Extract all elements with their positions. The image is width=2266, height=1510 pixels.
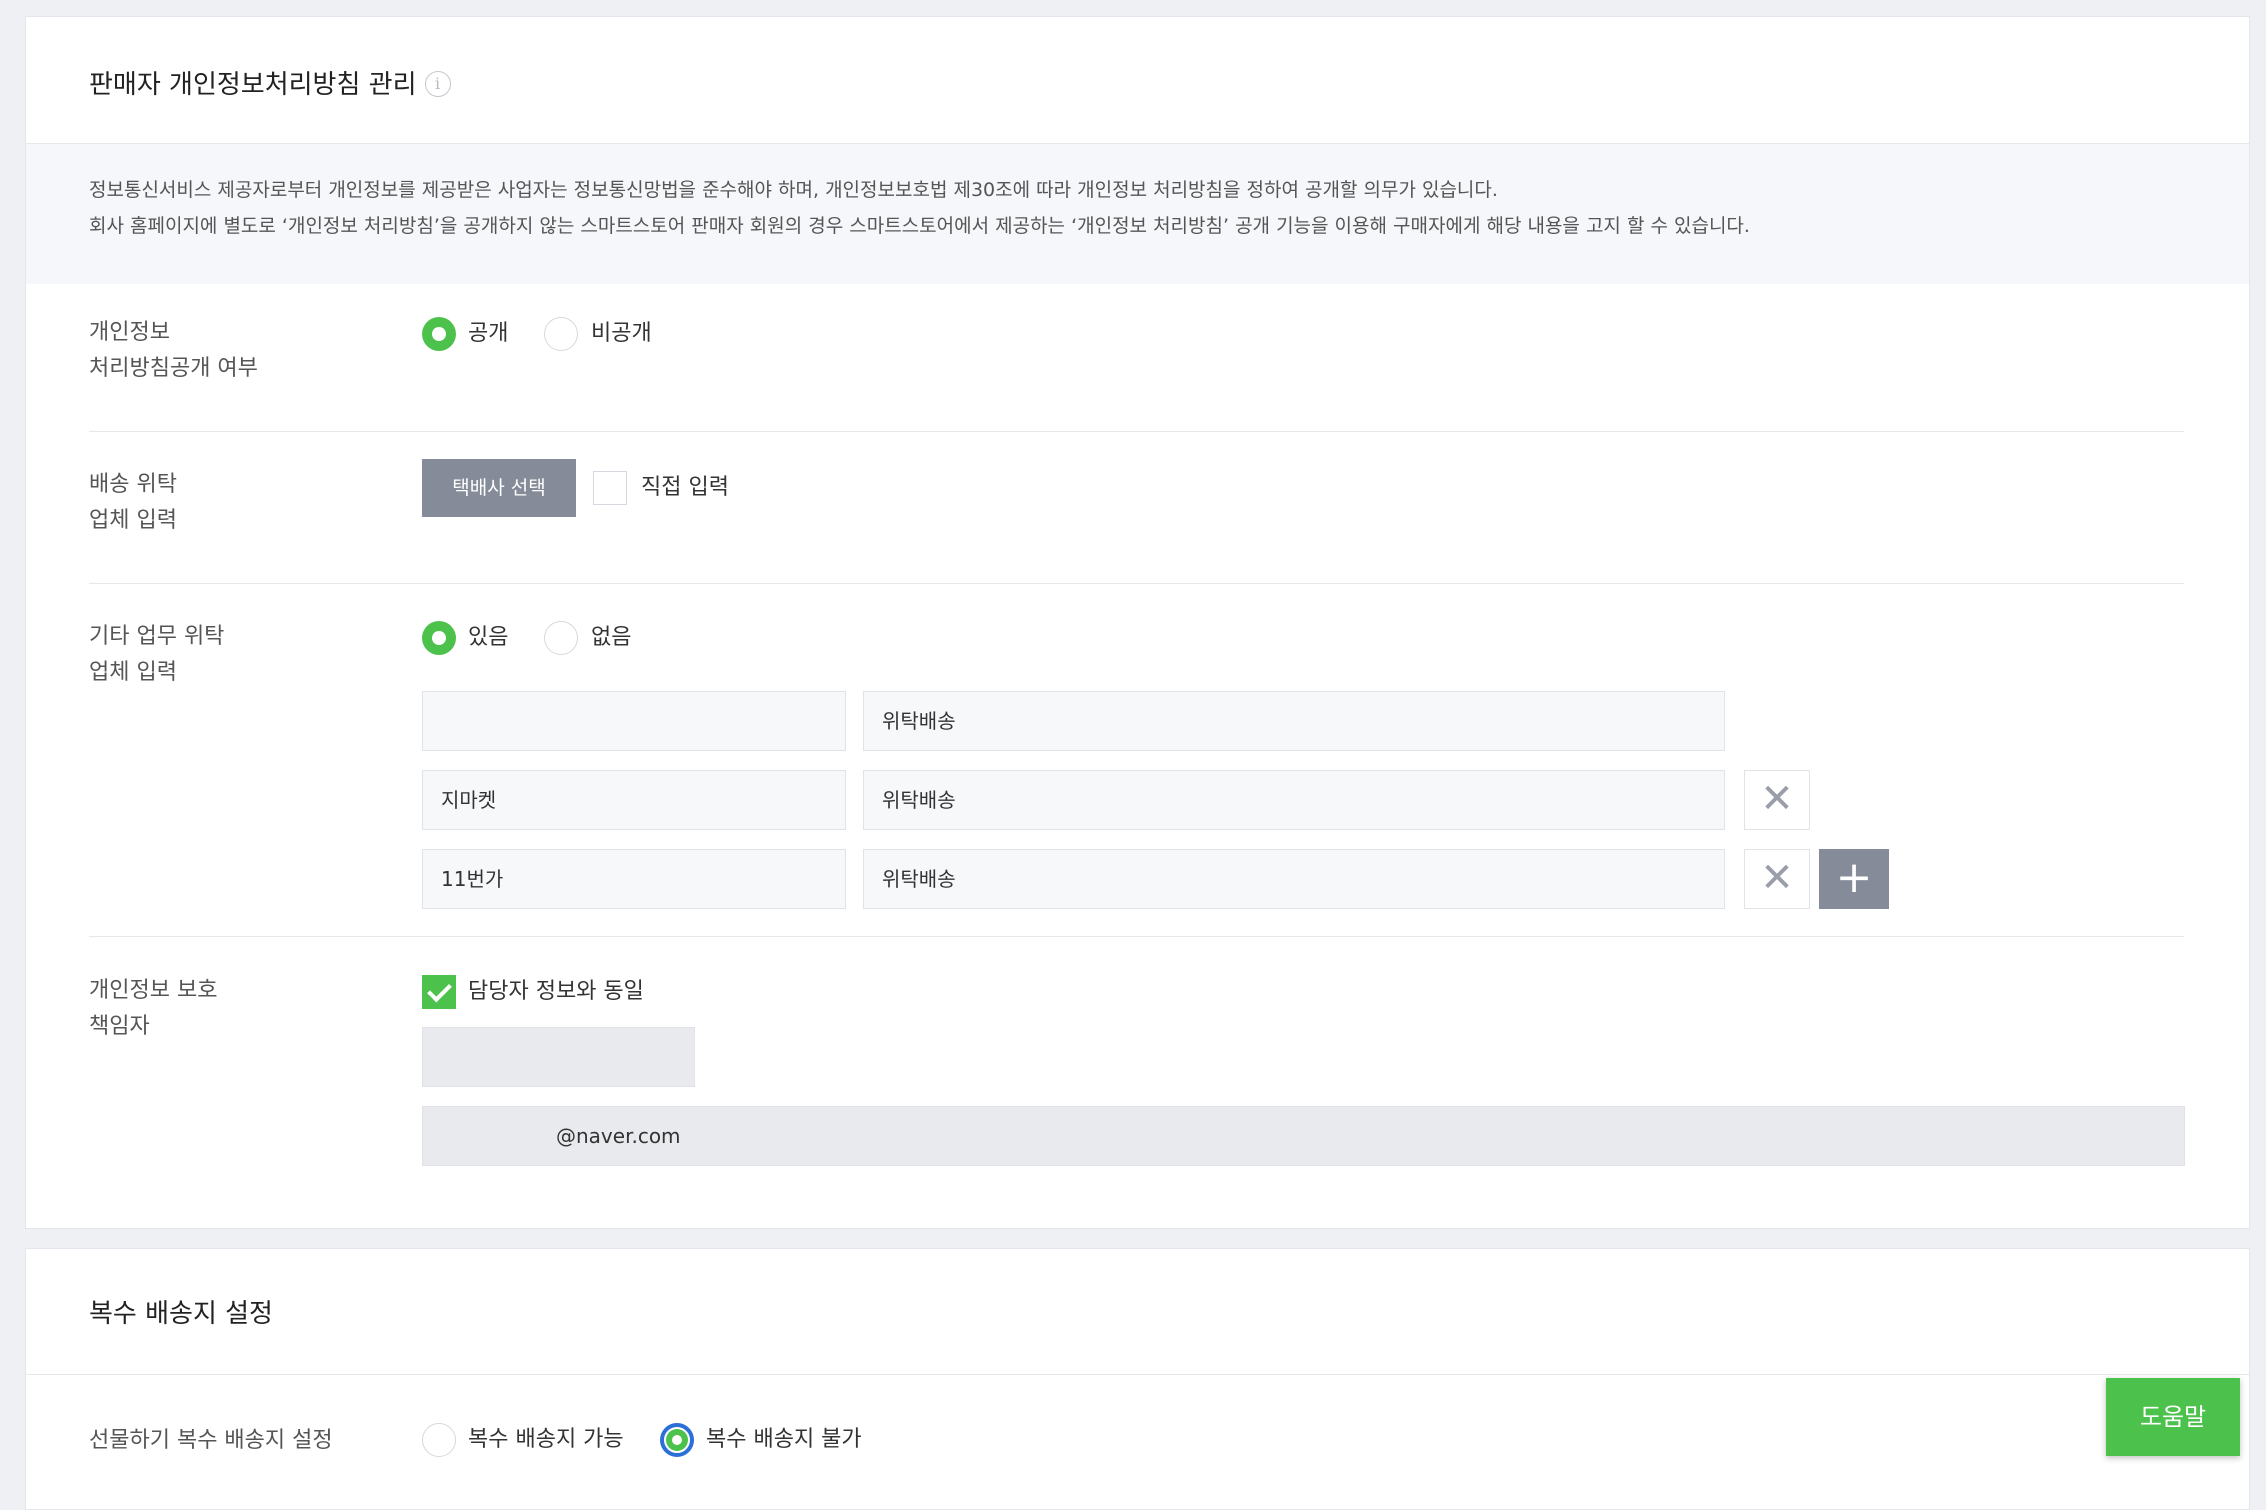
radio-disclose-public-label[interactable]: 공개 — [468, 317, 508, 351]
select-courier-button[interactable]: 택배사 선택 — [422, 459, 576, 517]
radio-multi-possible[interactable] — [422, 1423, 456, 1457]
help-button[interactable]: 도움말 — [2106, 1378, 2240, 1456]
privacy-policy-title-text: 판매자 개인정보처리방침 관리 — [89, 70, 417, 100]
radio-disclose-public[interactable] — [422, 317, 456, 351]
privacy-officer-label: 개인정보 보호 책임자 — [89, 973, 217, 1045]
privacy-officer-label-line2: 책임자 — [89, 1014, 150, 1039]
radio-other-yes[interactable] — [422, 621, 456, 655]
delivery-consignment-label-line1: 배송 위탁 — [89, 472, 177, 497]
radio-multi-impossible-label[interactable]: 복수 배송지 불가 — [706, 1423, 862, 1457]
radio-disclose-private[interactable] — [544, 317, 578, 351]
plus-icon: + — [1835, 852, 1873, 903]
row-divider — [89, 431, 2184, 432]
close-icon: ✕ — [1760, 855, 1794, 901]
remove-row-button[interactable]: ✕ — [1744, 770, 1810, 830]
radio-multi-possible-label[interactable]: 복수 배송지 가능 — [468, 1423, 624, 1457]
multi-address-title: 복수 배송지 설정 — [89, 1299, 273, 1329]
disclosure-label: 개인정보 처리방침공개 여부 — [89, 315, 258, 387]
radio-multi-impossible[interactable] — [660, 1423, 694, 1457]
consignment-task-input[interactable]: 위탁배송 — [863, 691, 1725, 751]
title-divider — [26, 1374, 2249, 1375]
close-icon: ✕ — [1760, 776, 1794, 822]
delivery-consignment-label-line2: 업체 입력 — [89, 508, 177, 533]
direct-input-checkbox[interactable] — [593, 471, 627, 505]
info-icon[interactable]: i — [424, 70, 451, 97]
officer-name-field — [422, 1027, 695, 1087]
privacy-policy-panel: 판매자 개인정보처리방침 관리 i 정보통신서비스 제공자로부터 개인정보를 제공… — [25, 16, 2250, 1229]
consignment-task-input[interactable]: 위탁배송 — [863, 849, 1725, 909]
row-divider — [89, 583, 2184, 584]
consignment-company-input[interactable] — [422, 691, 846, 751]
multi-address-panel: 복수 배송지 설정 선물하기 복수 배송지 설정 복수 배송지 가능 복수 배송… — [25, 1248, 2250, 1510]
radio-other-no[interactable] — [544, 621, 578, 655]
notice-line-1: 정보통신서비스 제공자로부터 개인정보를 제공받은 사업자는 정보통신망법을 준… — [89, 179, 1498, 201]
row-divider — [89, 936, 2184, 937]
disclosure-label-line2: 처리방침공개 여부 — [89, 356, 258, 381]
remove-row-button[interactable]: ✕ — [1744, 849, 1810, 909]
delivery-consignment-label: 배송 위탁 업체 입력 — [89, 467, 177, 539]
radio-disclose-private-label[interactable]: 비공개 — [591, 317, 652, 351]
direct-input-label[interactable]: 직접 입력 — [641, 471, 729, 505]
other-consignment-label: 기타 업무 위탁 업체 입력 — [89, 619, 224, 691]
consignment-company-input[interactable]: 11번가 — [422, 849, 846, 909]
privacy-officer-label-line1: 개인정보 보호 — [89, 978, 218, 1003]
radio-other-yes-label[interactable]: 있음 — [468, 621, 508, 655]
other-consignment-label-line1: 기타 업무 위탁 — [89, 624, 225, 649]
same-as-contact-label[interactable]: 담당자 정보와 동일 — [468, 975, 644, 1009]
disclosure-label-line1: 개인정보 — [89, 320, 170, 345]
other-consignment-label-line2: 업체 입력 — [89, 660, 177, 685]
notice-line-2: 회사 홈페이지에 별도로 ‘개인정보 처리방침’을 공개하지 않는 스마트스토어… — [89, 215, 1750, 237]
same-as-contact-checkbox[interactable] — [422, 975, 456, 1009]
privacy-policy-title: 판매자 개인정보처리방침 관리 i — [89, 64, 451, 101]
radio-other-no-label[interactable]: 없음 — [591, 621, 631, 655]
notice-box: 정보통신서비스 제공자로부터 개인정보를 제공받은 사업자는 정보통신망법을 준… — [26, 144, 2249, 284]
consignment-company-input[interactable]: 지마켓 — [422, 770, 846, 830]
add-row-button[interactable]: + — [1819, 849, 1889, 909]
consignment-task-input[interactable]: 위탁배송 — [863, 770, 1725, 830]
officer-email-field: @naver.com — [422, 1106, 2185, 1166]
multi-address-label: 선물하기 복수 배송지 설정 — [89, 1428, 333, 1453]
